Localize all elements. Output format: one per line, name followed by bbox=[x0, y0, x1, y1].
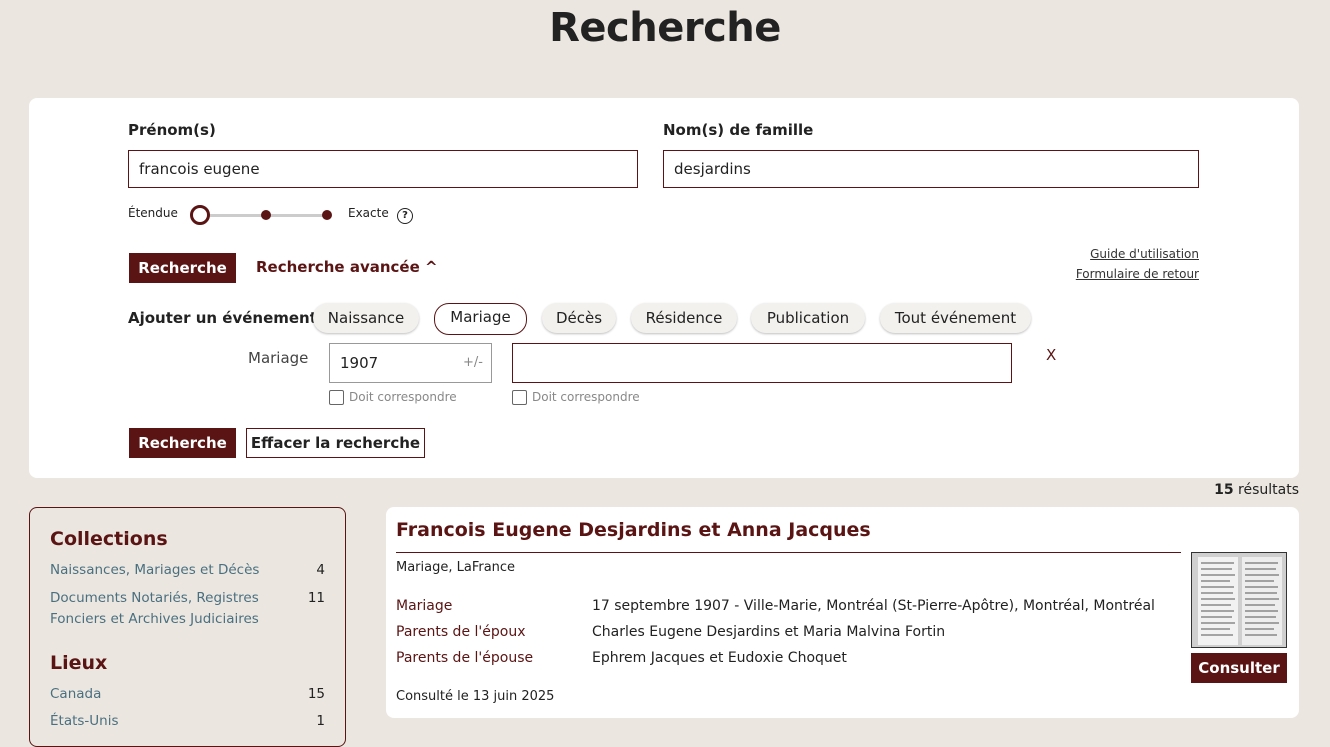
collection-item-vital-records[interactable]: Naissances, Mariages et Décès bbox=[50, 560, 260, 581]
year-must-match-checkbox[interactable] bbox=[329, 390, 344, 405]
collection-count-notarial: 11 bbox=[307, 590, 325, 606]
last-name-input[interactable] bbox=[663, 150, 1199, 188]
result-field-value: 17 septembre 1907 - Ville-Marie, Montréa… bbox=[592, 598, 1155, 614]
event-pill-residence[interactable]: Résidence bbox=[631, 303, 737, 333]
consult-button[interactable]: Consulter bbox=[1191, 653, 1287, 683]
places-title: Lieux bbox=[50, 652, 108, 674]
document-thumbnail[interactable] bbox=[1191, 552, 1287, 648]
feedback-form-link[interactable]: Formulaire de retour bbox=[1076, 267, 1199, 281]
page-title: Recherche bbox=[549, 5, 781, 51]
results-count: 15 résultats bbox=[1214, 482, 1299, 498]
collections-title: Collections bbox=[50, 528, 168, 550]
event-row-label: Mariage bbox=[248, 349, 309, 367]
precision-slider-handle[interactable] bbox=[190, 205, 210, 225]
results-count-number: 15 bbox=[1214, 482, 1234, 498]
result-field-value: Charles Eugene Desjardins et Maria Malvi… bbox=[592, 624, 946, 640]
add-event-label: Ajouter un événement : bbox=[128, 309, 329, 327]
event-pill-publication[interactable]: Publication bbox=[751, 303, 865, 333]
result-subtitle: Mariage, LaFrance bbox=[396, 560, 516, 575]
event-year-value: 1907 bbox=[340, 354, 379, 372]
first-name-input[interactable] bbox=[128, 150, 638, 188]
result-divider bbox=[396, 552, 1181, 553]
clear-search-button[interactable]: Effacer la recherche bbox=[246, 428, 425, 458]
slider-label-broad: Étendue bbox=[128, 206, 178, 220]
place-must-match-checkbox[interactable] bbox=[512, 390, 527, 405]
result-card: Francois Eugene Desjardins et Anna Jacqu… bbox=[386, 507, 1299, 718]
result-accessed-date: Consulté le 13 juin 2025 bbox=[396, 689, 555, 704]
results-count-label: résultats bbox=[1238, 482, 1299, 498]
result-field-key: Parents de l'épouse bbox=[396, 650, 534, 666]
event-place-input[interactable] bbox=[512, 343, 1012, 383]
event-year-input[interactable]: 1907 +/- bbox=[329, 343, 492, 383]
result-field-key: Parents de l'époux bbox=[396, 624, 526, 640]
collection-count-vital-records: 4 bbox=[316, 562, 325, 578]
slider-label-exact: Exacte bbox=[348, 206, 389, 220]
place-count-canada: 15 bbox=[307, 686, 325, 702]
search-button[interactable]: Recherche bbox=[129, 253, 236, 283]
collection-item-notarial[interactable]: Documents Notariés, Registres Fonciers e… bbox=[50, 588, 260, 630]
place-must-match-label: Doit correspondre bbox=[532, 390, 640, 404]
last-name-label: Nom(s) de famille bbox=[663, 121, 814, 139]
user-guide-link[interactable]: Guide d'utilisation bbox=[1090, 247, 1199, 261]
search-form: Prénom(s) Nom(s) de famille Étendue Exac… bbox=[29, 98, 1299, 478]
result-title[interactable]: Francois Eugene Desjardins et Anna Jacqu… bbox=[396, 519, 871, 541]
place-item-canada[interactable]: Canada bbox=[50, 684, 260, 705]
event-pill-birth[interactable]: Naissance bbox=[313, 303, 419, 333]
help-icon[interactable]: ? bbox=[397, 208, 413, 224]
event-pill-death[interactable]: Décès bbox=[542, 303, 616, 333]
filter-sidebar: Collections Naissances, Mariages et Décè… bbox=[29, 507, 346, 747]
result-field-value: Ephrem Jacques et Eudoxie Choquet bbox=[592, 650, 847, 666]
result-field-key: Mariage bbox=[396, 598, 453, 614]
first-name-label: Prénom(s) bbox=[128, 121, 216, 139]
advanced-search-link[interactable]: Recherche avancée ^ bbox=[256, 258, 438, 276]
event-pill-marriage[interactable]: Mariage bbox=[434, 303, 527, 335]
search-button-bottom[interactable]: Recherche bbox=[129, 428, 236, 458]
slider-stop-middle[interactable] bbox=[261, 210, 271, 220]
year-must-match-label: Doit correspondre bbox=[349, 390, 457, 404]
event-pill-any[interactable]: Tout événement bbox=[880, 303, 1031, 333]
place-item-usa[interactable]: États-Unis bbox=[50, 711, 260, 732]
remove-event-icon[interactable]: X bbox=[1046, 346, 1056, 364]
year-range-toggle[interactable]: +/- bbox=[463, 355, 483, 370]
slider-stop-exact[interactable] bbox=[322, 210, 332, 220]
